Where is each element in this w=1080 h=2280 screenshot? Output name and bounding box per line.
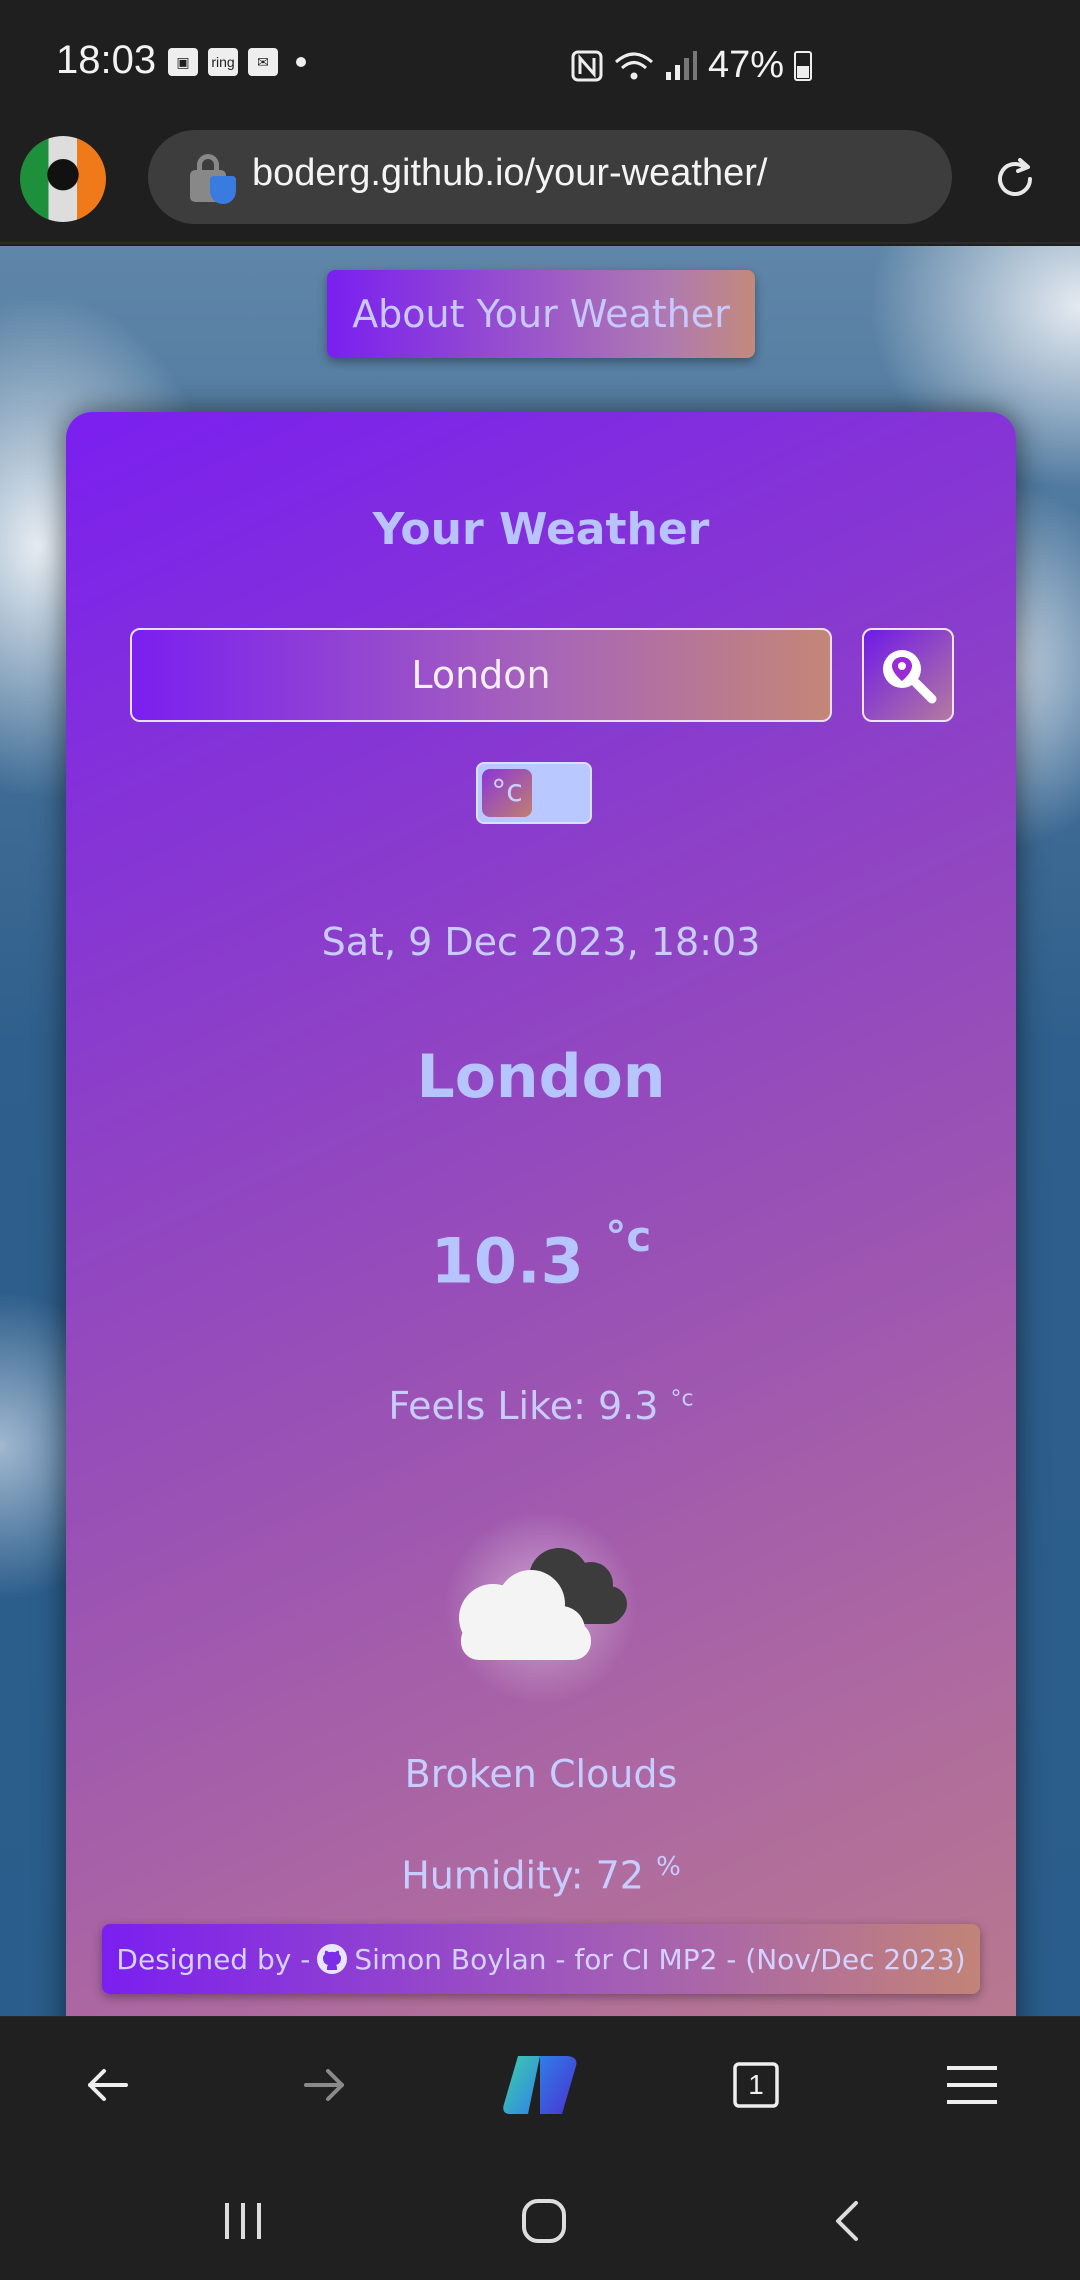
forward-icon <box>304 2069 344 2101</box>
tab-count: 1 <box>748 2069 764 2100</box>
browser-toolbar: boderg.github.io/your-weather/ <box>0 124 1080 244</box>
copilot-icon <box>503 2056 577 2114</box>
recent-apps-icon <box>225 2203 261 2239</box>
url-text[interactable]: boderg.github.io/your-weather/ <box>252 152 767 195</box>
tabs-button[interactable]: 1 <box>716 2045 796 2125</box>
humidity-value: Humidity: 72 <box>401 1853 644 1898</box>
location-search-button[interactable] <box>862 628 954 722</box>
gallery-icon: ▣ <box>168 48 198 76</box>
battery-percent: 47% <box>708 44 785 86</box>
unit-toggle-knob[interactable]: °c <box>482 769 532 817</box>
menu-icon <box>947 2066 997 2104</box>
status-notification-icons: ▣ ring ✉ <box>168 48 306 76</box>
unit-toggle[interactable]: °c <box>476 762 592 824</box>
location-search-icon <box>883 650 937 704</box>
feels-like-unit: °c <box>670 1386 694 1412</box>
city-search-input[interactable]: London <box>130 628 832 722</box>
temperature: 10.3 °c <box>66 1212 1016 1298</box>
about-button[interactable]: About Your Weather <box>327 270 755 358</box>
status-bar: 18:03 ▣ ring ✉ 47% <box>0 0 1080 124</box>
home-button[interactable] <box>509 2186 579 2256</box>
humidity-unit: % <box>656 1852 681 1882</box>
forward-button[interactable] <box>284 2045 364 2125</box>
address-bar[interactable]: boderg.github.io/your-weather/ <box>148 130 952 224</box>
home-icon <box>522 2199 566 2243</box>
temperature-unit: °c <box>605 1212 652 1261</box>
back-button[interactable] <box>68 2045 148 2125</box>
secure-lock-icon[interactable] <box>190 152 236 204</box>
broken-clouds-icon <box>431 1512 651 1702</box>
recent-apps-button[interactable] <box>208 2186 278 2256</box>
menu-button[interactable] <box>932 2045 1012 2125</box>
footer-prefix: Designed by - <box>116 1942 311 1976</box>
web-page: About Your Weather Your Weather London °… <box>0 246 1080 2016</box>
feels-like-value: Feels Like: 9.3 <box>388 1384 659 1428</box>
footer: Designed by - Simon Boylan - for CI MP2 … <box>102 1924 980 1994</box>
date-time: Sat, 9 Dec 2023, 18:03 <box>321 920 761 964</box>
status-time: 18:03 <box>56 38 157 82</box>
copilot-button[interactable] <box>500 2045 580 2125</box>
humidity: Humidity: 72 % <box>66 1852 1016 1898</box>
ring-icon: ring <box>208 48 238 76</box>
app-title: Your Weather <box>372 504 710 555</box>
signal-icon <box>666 50 697 80</box>
system-back-icon <box>836 2201 858 2241</box>
github-icon[interactable] <box>316 1943 348 1975</box>
system-navigation-bar <box>0 2156 1080 2280</box>
feels-like: Feels Like: 9.3 °c <box>66 1384 1016 1428</box>
system-back-button[interactable] <box>812 2186 882 2256</box>
profile-avatar[interactable] <box>20 136 106 222</box>
nfc-icon <box>571 50 603 81</box>
mail-icon: ✉ <box>248 48 278 76</box>
weather-card: Your Weather London °c Sat, 9 Dec 2023, … <box>66 412 1016 2016</box>
temperature-value: 10.3 <box>430 1224 584 1298</box>
back-icon <box>88 2069 128 2101</box>
wifi-icon <box>615 52 653 79</box>
battery-icon <box>794 50 813 81</box>
weather-description: Broken Clouds <box>404 1752 678 1796</box>
city-name: London <box>416 1042 666 1112</box>
browser-bottom-toolbar: 1 <box>0 2016 1080 2156</box>
notification-dot-icon <box>296 57 306 67</box>
footer-credit[interactable]: Simon Boylan - for CI MP2 - (Nov/Dec 202… <box>354 1943 965 1976</box>
status-system-icons: 47% <box>570 44 813 87</box>
reload-icon[interactable] <box>990 154 1040 204</box>
